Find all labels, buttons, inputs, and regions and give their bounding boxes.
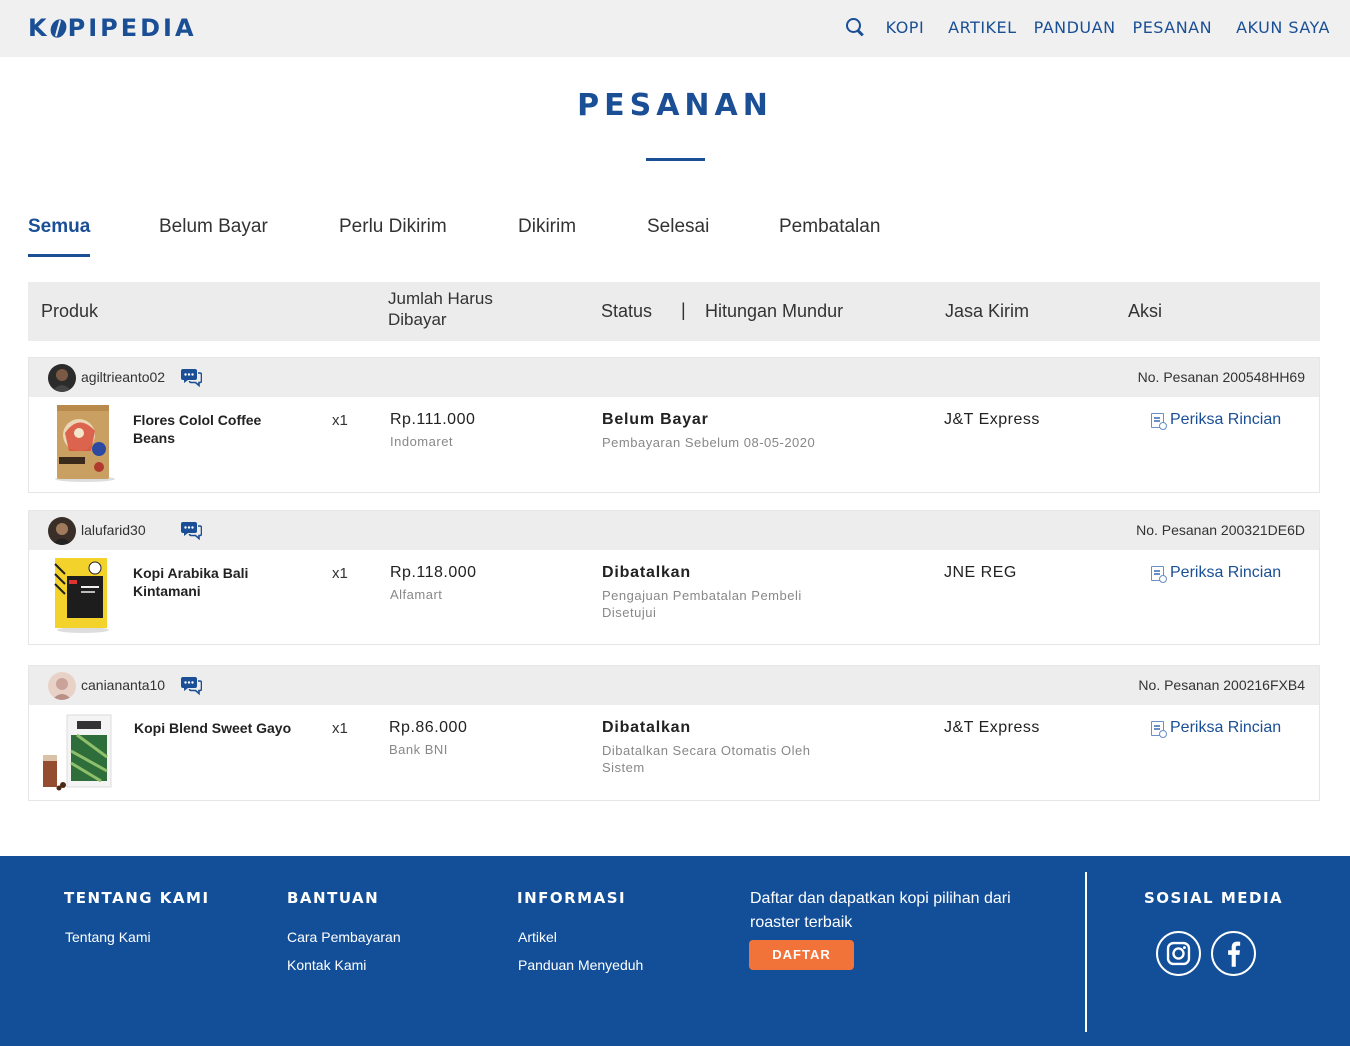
chat-icon[interactable] <box>180 675 202 695</box>
seller-username[interactable]: agiltrieanto02 <box>81 369 165 385</box>
order-status-tabs: Semua Belum Bayar Perlu Dikirim Dikirim … <box>28 216 1320 258</box>
tab-dikirim[interactable]: Dikirim <box>518 216 576 254</box>
view-details-link[interactable]: Periksa Rincian <box>1151 411 1282 430</box>
tab-perlu-dikirim[interactable]: Perlu Dikirim <box>339 216 447 254</box>
col-status: Status <box>601 301 653 321</box>
instagram-icon[interactable] <box>1156 931 1201 976</box>
courier: JNE REG <box>944 564 1017 581</box>
order-body: Kopi Blend Sweet Gayo x1 Rp.86.000 Bank … <box>29 705 1319 800</box>
nav-akun-saya[interactable]: AKUN SAYA <box>1236 18 1330 37</box>
status-note: Pengajuan Pembatalan Pembeli Disetujui <box>602 588 802 620</box>
footer-link-cara-pembayaran[interactable]: Cara Pembayaran <box>287 929 401 945</box>
chat-icon[interactable] <box>180 367 202 387</box>
quantity: x1 <box>332 720 348 737</box>
document-search-icon <box>1151 413 1167 430</box>
seller-username[interactable]: lalufarid30 <box>81 522 146 538</box>
chat-icon[interactable] <box>180 520 202 540</box>
product-name[interactable]: Kopi Blend Sweet Gayo <box>134 719 294 737</box>
product-name[interactable]: Kopi Arabika Bali Kintamani <box>133 564 293 600</box>
logo-text-end: PIPEDIA <box>67 14 197 42</box>
top-navigation-bar: K PIPEDIA KOPI ARTIKEL PANDUAN PESANAN AK… <box>0 0 1350 57</box>
courier: J&T Express <box>944 719 1040 736</box>
total-price: Rp.86.000 <box>389 719 468 736</box>
logo-text-start: K <box>28 14 50 42</box>
tab-selesai[interactable]: Selesai <box>647 216 709 254</box>
footer-heading-about: TENTANG KAMI <box>64 889 210 907</box>
footer-link-panduan-menyeduh[interactable]: Panduan Menyeduh <box>518 957 643 973</box>
nav-panduan[interactable]: PANDUAN <box>1034 18 1116 37</box>
col-aksi: Aksi <box>1128 301 1163 321</box>
kopipedia-logo[interactable]: K PIPEDIA <box>28 14 197 42</box>
quantity: x1 <box>332 565 348 582</box>
product-name[interactable]: Flores Colol Coffee Beans <box>133 411 293 447</box>
courier: J&T Express <box>944 411 1040 428</box>
facebook-icon[interactable] <box>1211 931 1256 976</box>
register-button[interactable]: DAFTAR <box>749 940 854 970</box>
order-status: Dibatalkan <box>602 564 691 581</box>
page-title: PESANAN <box>577 88 773 123</box>
col-jumlah-line2: Dibayar <box>388 310 447 329</box>
order-body: Kopi Arabika Bali Kintamani x1 Rp.118.00… <box>29 550 1319 645</box>
tab-pembatalan[interactable]: Pembatalan <box>779 216 880 254</box>
order-header: lalufarid30 No. Pesanan 200321DE6D <box>29 511 1319 550</box>
order-number: No. Pesanan 200216FXB4 <box>1138 677 1305 693</box>
order-card: lalufarid30 No. Pesanan 200321DE6D Kopi … <box>28 510 1320 645</box>
document-search-icon <box>1151 721 1167 738</box>
product-image[interactable] <box>51 403 115 483</box>
coffee-bean-icon <box>47 16 69 40</box>
payment-method: Bank BNI <box>389 742 448 757</box>
order-header: agiltrieanto02 No. Pesanan 200548HH69 <box>29 358 1319 397</box>
footer-heading-help: BANTUAN <box>287 889 380 907</box>
product-image[interactable] <box>51 556 115 636</box>
footer-link-kontak-kami[interactable]: Kontak Kami <box>287 957 366 973</box>
avatar[interactable] <box>48 364 76 392</box>
document-search-icon <box>1151 566 1167 583</box>
footer-link-artikel[interactable]: Artikel <box>518 929 557 945</box>
nav-pesanan[interactable]: PESANAN <box>1133 18 1213 37</box>
col-produk: Produk <box>41 301 99 321</box>
order-number: No. Pesanan 200321DE6D <box>1136 522 1305 538</box>
payment-method: Alfamart <box>390 587 443 602</box>
tab-semua[interactable]: Semua <box>28 216 91 257</box>
total-price: Rp.118.000 <box>390 564 477 581</box>
col-jumlah-line1: Jumlah Harus <box>388 289 493 308</box>
status-note: Pembayaran Sebelum 08-05-2020 <box>602 435 816 450</box>
col-jasa-kirim: Jasa Kirim <box>945 301 1030 321</box>
col-hitungan-mundur: Hitungan Mundur <box>705 301 844 321</box>
footer-heading-info: INFORMASI <box>517 889 627 907</box>
order-number: No. Pesanan 200548HH69 <box>1137 369 1305 385</box>
col-separator: | <box>681 300 686 320</box>
order-status: Belum Bayar <box>602 411 709 428</box>
view-details-label: Periksa Rincian <box>1170 719 1282 736</box>
view-details-label: Periksa Rincian <box>1170 411 1282 428</box>
footer-link-tentang-kami[interactable]: Tentang Kami <box>65 929 151 945</box>
view-details-label: Periksa Rincian <box>1170 564 1282 581</box>
newsletter-promo-text: Daftar dan dapatkan kopi pilihan dari ro… <box>750 890 1011 931</box>
view-details-link[interactable]: Periksa Rincian <box>1151 719 1282 738</box>
site-footer: TENTANG KAMI Tentang Kami BANTUAN Cara P… <box>0 856 1350 1046</box>
search-icon[interactable] <box>844 16 866 38</box>
product-image[interactable] <box>41 711 115 791</box>
order-header: caniananta10 No. Pesanan 200216FXB4 <box>29 666 1319 705</box>
main-nav: KOPI ARTIKEL PANDUAN PESANAN AKUN SAYA <box>844 16 1330 38</box>
nav-artikel[interactable]: ARTIKEL <box>948 18 1016 37</box>
order-status: Dibatalkan <box>602 719 691 736</box>
order-body: Flores Colol Coffee Beans x1 Rp.111.000 … <box>29 397 1319 492</box>
order-card: agiltrieanto02 No. Pesanan 200548HH69 Fl… <box>28 357 1320 493</box>
footer-heading-social: SOSIAL MEDIA <box>1144 889 1284 907</box>
orders-table-header: Produk Jumlah Harus Dibayar Status | Hit… <box>28 282 1320 341</box>
tab-belum-bayar[interactable]: Belum Bayar <box>159 216 268 254</box>
seller-username[interactable]: caniananta10 <box>81 677 165 693</box>
total-price: Rp.111.000 <box>390 411 476 428</box>
payment-method: Indomaret <box>390 434 454 449</box>
order-card: caniananta10 No. Pesanan 200216FXB4 Kopi… <box>28 665 1320 801</box>
status-note: Dibatalkan Secara Otomatis Oleh Sistem <box>602 743 811 775</box>
avatar[interactable] <box>48 517 76 545</box>
title-underline <box>646 158 705 161</box>
avatar[interactable] <box>48 672 76 700</box>
nav-kopi[interactable]: KOPI <box>886 18 925 37</box>
view-details-link[interactable]: Periksa Rincian <box>1151 564 1282 583</box>
footer-divider <box>1085 872 1087 1032</box>
quantity: x1 <box>332 412 348 429</box>
